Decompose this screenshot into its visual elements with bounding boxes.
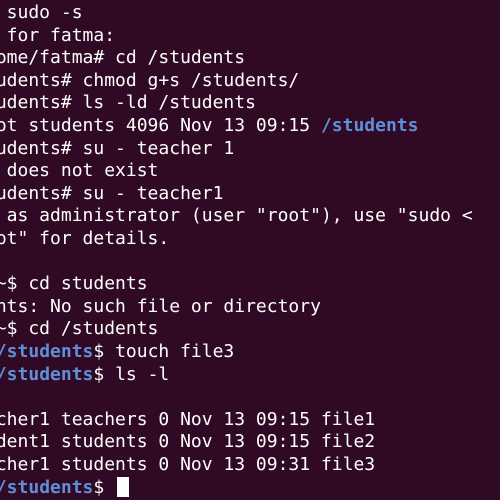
- terminal-line: acher1 teachers 0 Nov 13 09:15 file1: [0, 408, 376, 430]
- prompt-path: /students: [0, 476, 94, 498]
- prompt-path: /students: [0, 341, 94, 362]
- terminal-line: tudents# ls -ld /students: [0, 92, 256, 114]
- terminal-line: acher1 students 0 Nov 13 09:31 file3: [0, 454, 376, 475]
- terminal-line: ents: No such file or directory: [0, 295, 321, 317]
- text-cursor[interactable]: [117, 476, 130, 497]
- terminal-line: oot students 4096 Nov 13 09:15 /students: [0, 115, 419, 136]
- terminal-line: :~$ cd students: [0, 273, 148, 295]
- prompt-path: /students: [0, 363, 94, 385]
- terminal-line: r does not exist: [0, 160, 159, 182]
- terminal-line: tudents# su - teacher1: [0, 182, 224, 204]
- terminal-line: home/fatma# cd /students: [0, 47, 246, 69]
- directory-name: /students: [320, 115, 419, 136]
- terminal-line: :/students$ touch file3: [0, 341, 234, 364]
- terminal-line: oot" for details.: [0, 228, 170, 249]
- terminal-line: ] for fatma:: [6, 24, 116, 46]
- terminal-line: :/students$ ls -l: [0, 364, 169, 387]
- terminal-window[interactable]: $ sudo -s ] for fatma: home/fatma# cd /s…: [0, 0, 500, 500]
- terminal-line: :~$ cd /students: [0, 318, 159, 340]
- terminal-line: udent1 students 0 Nov 13 09:15 file2: [0, 431, 376, 453]
- terminal-line: d as administrator (user "root"), use "s…: [0, 205, 473, 227]
- terminal-line: $ sudo -s: [6, 2, 83, 23]
- terminal-line: :/students$: [0, 476, 130, 500]
- terminal-line: tudents# su - teacher 1: [0, 137, 235, 159]
- terminal-line: tudents# chmod g+s /students/: [0, 69, 300, 91]
